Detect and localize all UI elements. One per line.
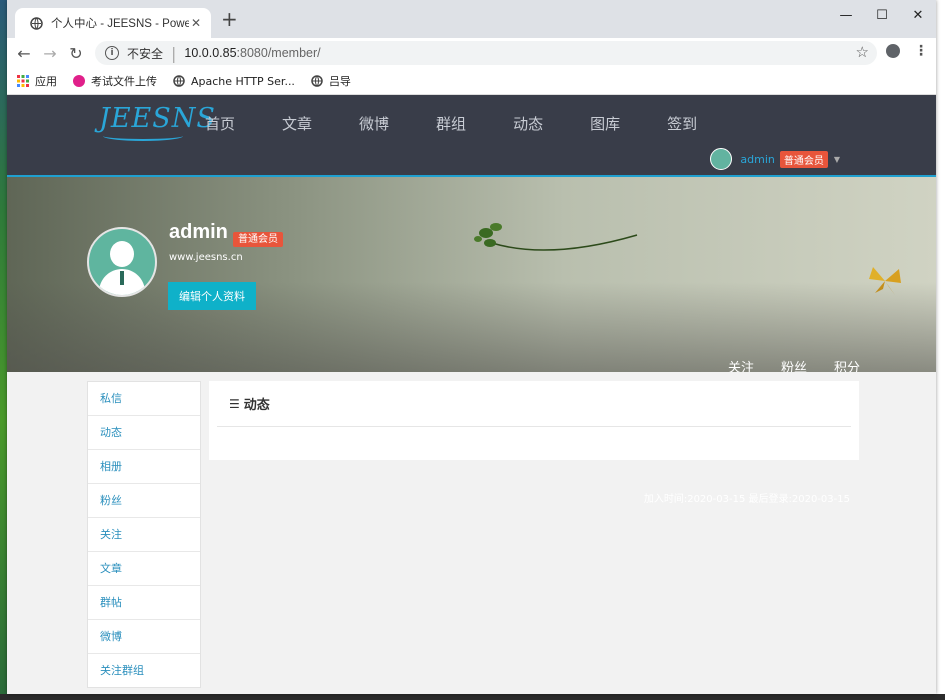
user-menu[interactable]: admin 普通会员 ▼	[710, 148, 840, 170]
browser-tab[interactable]: 个人中心 - JEESNS - Powered ✕	[15, 8, 211, 38]
bookmark-apps[interactable]: 应用	[17, 73, 57, 89]
page-content: JEESNS 首页 文章 微博 群组 动态 图库 签到 admin 普通会员 ▼	[7, 95, 936, 694]
address-bar[interactable]: i 不安全 | 10.0.0.85:8080/member/ ☆	[95, 41, 877, 65]
member-badge: 普通会员	[779, 150, 828, 168]
nav-item-activity[interactable]: 动态	[513, 113, 543, 134]
profile-stats: 关注 粉丝 积分	[728, 357, 860, 372]
sidebar-item-messages[interactable]: 私信	[88, 382, 200, 416]
leaf-decoration	[474, 223, 638, 251]
profile-username: admin	[169, 221, 228, 243]
nav-item-weibo[interactable]: 微博	[359, 113, 389, 134]
profile-website[interactable]: www.jeesns.cn	[169, 252, 243, 263]
sidebar-item-group-posts[interactable]: 群帖	[88, 586, 200, 620]
globe-icon	[311, 75, 323, 87]
forward-icon[interactable]: →	[37, 44, 63, 63]
bookmark-lvdao[interactable]: 吕导	[311, 73, 351, 89]
avatar-head	[110, 241, 134, 267]
profile-banner: admin 普通会员 www.jeesns.cn 编辑个人资料 关注 粉丝 积分	[7, 177, 936, 372]
account-icon[interactable]	[886, 44, 900, 58]
bookmark-label: Apache HTTP Ser...	[191, 74, 295, 88]
window-controls: — ☐ ✕	[828, 0, 936, 30]
profile-badge: 普通会员	[233, 227, 283, 247]
profile-avatar[interactable]	[87, 227, 157, 297]
sidebar-item-articles[interactable]: 文章	[88, 552, 200, 586]
edit-profile-button[interactable]: 编辑个人资料	[168, 282, 256, 310]
back-icon[interactable]: ←	[11, 44, 37, 63]
panel-header: ☰ 动态	[217, 381, 851, 427]
stat-following[interactable]: 关注	[728, 357, 754, 372]
nav-item-groups[interactable]: 群组	[436, 113, 466, 134]
sidebar-item-fans[interactable]: 粉丝	[88, 484, 200, 518]
url-host: 10.0.0.85	[184, 46, 237, 60]
url-text: 10.0.0.85:8080/member/	[184, 46, 320, 60]
apps-grid-icon	[17, 75, 29, 87]
join-info: 加入时间:2020-03-15 最后登录:2020-03-15	[643, 494, 850, 505]
caret-down-icon: ▼	[833, 154, 840, 164]
bookmark-star-icon[interactable]: ☆	[856, 43, 869, 61]
avatar-tie	[120, 271, 124, 285]
close-window-icon[interactable]: ✕	[900, 0, 936, 30]
security-label: 不安全	[127, 46, 164, 61]
reload-icon[interactable]: ↻	[63, 44, 89, 63]
bookmark-exam-upload[interactable]: 考试文件上传	[73, 73, 157, 89]
stat-fans[interactable]: 粉丝	[781, 357, 807, 372]
nav-item-checkin[interactable]: 签到	[667, 113, 697, 134]
header-username: admin	[740, 152, 775, 166]
main-nav: 首页 文章 微博 群组 动态 图库 签到	[205, 113, 744, 134]
activity-panel: ☰ 动态	[209, 381, 859, 460]
bookmark-label: 应用	[35, 75, 57, 88]
site-logo[interactable]: JEESNS	[99, 103, 216, 134]
avatar	[710, 148, 733, 170]
nav-item-articles[interactable]: 文章	[282, 113, 312, 134]
nav-item-home[interactable]: 首页	[205, 113, 235, 134]
globe-icon	[29, 16, 43, 30]
bookmark-label: 考试文件上传	[91, 75, 157, 88]
sidebar-item-following[interactable]: 关注	[88, 518, 200, 552]
info-icon[interactable]: i	[105, 46, 119, 60]
sidebar-item-weibo[interactable]: 微博	[88, 620, 200, 654]
list-icon: ☰	[229, 396, 240, 411]
member-badge: 普通会员	[233, 232, 283, 247]
toolbar-right: ⋮	[886, 43, 928, 59]
stat-points[interactable]: 积分	[834, 357, 860, 372]
site-header: JEESNS 首页 文章 微博 群组 动态 图库 签到 admin 普通会员 ▼	[7, 95, 936, 177]
new-tab-button[interactable]: +	[221, 9, 238, 29]
sidebar-item-activity[interactable]: 动态	[88, 416, 200, 450]
member-sidebar: 私信 动态 相册 粉丝 关注 文章 群帖 微博 关注群组	[87, 381, 201, 688]
sidebar-item-followed-groups[interactable]: 关注群组	[88, 654, 200, 687]
tab-title: 个人中心 - JEESNS - Powered	[51, 18, 189, 30]
browser-toolbar: ← → ↻ i 不安全 | 10.0.0.85:8080/member/ ☆ ⋮	[7, 38, 936, 68]
bookmark-label: 吕导	[328, 75, 351, 88]
taskbar-edge	[0, 694, 945, 700]
nav-item-gallery[interactable]: 图库	[590, 113, 620, 134]
bookmarks-bar: 应用 考试文件上传 Apache HTTP Ser... 吕导	[7, 68, 936, 95]
panel-title: 动态	[243, 398, 270, 413]
close-tab-icon[interactable]: ✕	[191, 16, 201, 30]
url-path: :8080/member/	[236, 46, 321, 60]
browser-window: 个人中心 - JEESNS - Powered ✕ + — ☐ ✕ ← → ↻ …	[7, 0, 936, 694]
title-bar: 个人中心 - JEESNS - Powered ✕ + — ☐ ✕	[7, 0, 936, 38]
sidebar-item-albums[interactable]: 相册	[88, 450, 200, 484]
logo-wave-decoration	[103, 131, 183, 141]
bookmark-apache[interactable]: Apache HTTP Ser...	[173, 75, 295, 88]
separator: |	[171, 43, 177, 63]
pink-logo-icon	[73, 75, 85, 87]
minimize-icon[interactable]: —	[828, 0, 864, 30]
globe-icon	[173, 75, 185, 87]
menu-icon[interactable]: ⋮	[914, 43, 928, 59]
maximize-icon[interactable]: ☐	[864, 0, 900, 30]
